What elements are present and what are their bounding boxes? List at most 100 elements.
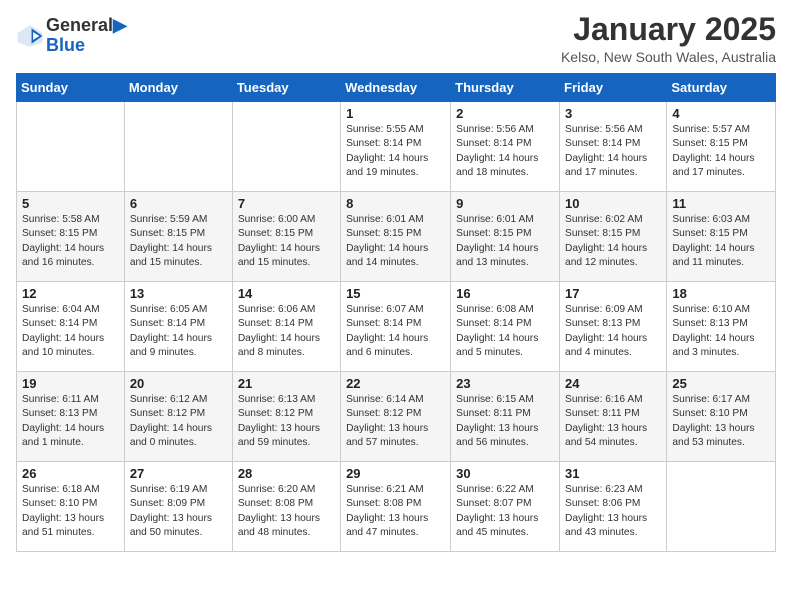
- page-container: General▶ Blue January 2025 Kelso, New So…: [0, 0, 792, 564]
- day-number: 20: [130, 376, 227, 391]
- calendar-cell: 16 Sunrise: 6:08 AM Sunset: 8:14 PM Dayli…: [451, 282, 560, 372]
- day-number: 10: [565, 196, 661, 211]
- header-monday: Monday: [124, 74, 232, 102]
- day-number: 19: [22, 376, 119, 391]
- calendar-cell: 29 Sunrise: 6:21 AM Sunset: 8:08 PM Dayli…: [341, 462, 451, 552]
- day-number: 16: [456, 286, 554, 301]
- day-number: 28: [238, 466, 335, 481]
- logo: General▶ Blue: [16, 16, 127, 56]
- day-number: 1: [346, 106, 445, 121]
- day-number: 3: [565, 106, 661, 121]
- day-number: 30: [456, 466, 554, 481]
- day-number: 7: [238, 196, 335, 211]
- calendar-cell: 2 Sunrise: 5:56 AM Sunset: 8:14 PM Daylig…: [451, 102, 560, 192]
- calendar-week-row: 1 Sunrise: 5:55 AM Sunset: 8:14 PM Daylig…: [17, 102, 776, 192]
- day-number: 2: [456, 106, 554, 121]
- day-number: 17: [565, 286, 661, 301]
- day-number: 25: [672, 376, 770, 391]
- calendar-cell: [667, 462, 776, 552]
- calendar-cell: 22 Sunrise: 6:14 AM Sunset: 8:12 PM Dayli…: [341, 372, 451, 462]
- day-number: 13: [130, 286, 227, 301]
- header-thursday: Thursday: [451, 74, 560, 102]
- day-info: Sunrise: 6:01 AM Sunset: 8:15 PM Dayligh…: [346, 213, 445, 270]
- day-number: 24: [565, 376, 661, 391]
- header-sunday: Sunday: [17, 74, 125, 102]
- calendar-cell: 4Sunrise: 5:57 AM Sunset: 8:15 PM Daylig…: [667, 102, 776, 192]
- day-info: Sunrise: 6:03 AM Sunset: 8:15 PM Dayligh…: [672, 213, 770, 270]
- day-info: Sunrise: 5:56 AM Sunset: 8:14 PM Dayligh…: [456, 123, 554, 180]
- calendar-cell: 1 Sunrise: 5:55 AM Sunset: 8:14 PM Daylig…: [341, 102, 451, 192]
- day-number: 14: [238, 286, 335, 301]
- day-info: Sunrise: 6:11 AM Sunset: 8:13 PM Dayligh…: [22, 393, 119, 450]
- day-info: Sunrise: 6:01 AM Sunset: 8:15 PM Dayligh…: [456, 213, 554, 270]
- calendar-cell: 9 Sunrise: 6:01 AM Sunset: 8:15 PM Daylig…: [451, 192, 560, 282]
- day-number: 23: [456, 376, 554, 391]
- calendar-week-row: 12 Sunrise: 6:04 AM Sunset: 8:14 PM Dayli…: [17, 282, 776, 372]
- day-info: Sunrise: 6:02 AM Sunset: 8:15 PM Dayligh…: [565, 213, 661, 270]
- logo-icon: [16, 22, 44, 50]
- day-number: 5: [22, 196, 119, 211]
- day-info: Sunrise: 6:21 AM Sunset: 8:08 PM Dayligh…: [346, 483, 445, 540]
- calendar-cell: 26 Sunrise: 6:18 AM Sunset: 8:10 PM Dayli…: [17, 462, 125, 552]
- calendar-cell: 10 Sunrise: 6:02 AM Sunset: 8:15 PM Dayli…: [560, 192, 667, 282]
- calendar-cell: 14Sunrise: 6:06 AM Sunset: 8:14 PM Dayli…: [232, 282, 340, 372]
- calendar-cell: 30Sunrise: 6:22 AM Sunset: 8:07 PM Dayli…: [451, 462, 560, 552]
- day-info: Sunrise: 6:20 AM Sunset: 8:08 PM Dayligh…: [238, 483, 335, 540]
- day-number: 8: [346, 196, 445, 211]
- day-number: 26: [22, 466, 119, 481]
- day-info: Sunrise: 6:07 AM Sunset: 8:14 PM Dayligh…: [346, 303, 445, 360]
- day-info: Sunrise: 6:04 AM Sunset: 8:14 PM Dayligh…: [22, 303, 119, 360]
- header-saturday: Saturday: [667, 74, 776, 102]
- day-info: Sunrise: 6:16 AM Sunset: 8:11 PM Dayligh…: [565, 393, 661, 450]
- day-info: Sunrise: 6:18 AM Sunset: 8:10 PM Dayligh…: [22, 483, 119, 540]
- day-number: 21: [238, 376, 335, 391]
- day-info: Sunrise: 5:58 AM Sunset: 8:15 PM Dayligh…: [22, 213, 119, 270]
- day-number: 4: [672, 106, 770, 121]
- location: Kelso, New South Wales, Australia: [561, 49, 776, 65]
- day-number: 11: [672, 196, 770, 211]
- day-number: 12: [22, 286, 119, 301]
- calendar-cell: [17, 102, 125, 192]
- calendar-cell: 8 Sunrise: 6:01 AM Sunset: 8:15 PM Daylig…: [341, 192, 451, 282]
- day-number: 29: [346, 466, 445, 481]
- day-info: Sunrise: 5:55 AM Sunset: 8:14 PM Dayligh…: [346, 123, 445, 180]
- day-info: Sunrise: 6:14 AM Sunset: 8:12 PM Dayligh…: [346, 393, 445, 450]
- day-number: 6: [130, 196, 227, 211]
- calendar-cell: 21 Sunrise: 6:13 AM Sunset: 8:12 PM Dayli…: [232, 372, 340, 462]
- calendar-cell: 11 Sunrise: 6:03 AM Sunset: 8:15 PM Dayli…: [667, 192, 776, 282]
- calendar-cell: [124, 102, 232, 192]
- calendar-table: Sunday Monday Tuesday Wednesday Thursday…: [16, 73, 776, 552]
- day-info: Sunrise: 6:13 AM Sunset: 8:12 PM Dayligh…: [238, 393, 335, 450]
- day-number: 18: [672, 286, 770, 301]
- calendar-cell: 28 Sunrise: 6:20 AM Sunset: 8:08 PM Dayli…: [232, 462, 340, 552]
- day-info: Sunrise: 6:08 AM Sunset: 8:14 PM Dayligh…: [456, 303, 554, 360]
- calendar-cell: 20Sunrise: 6:12 AM Sunset: 8:12 PM Dayli…: [124, 372, 232, 462]
- header-wednesday: Wednesday: [341, 74, 451, 102]
- calendar-cell: 27Sunrise: 6:19 AM Sunset: 8:09 PM Dayli…: [124, 462, 232, 552]
- calendar-cell: 13Sunrise: 6:05 AM Sunset: 8:14 PM Dayli…: [124, 282, 232, 372]
- day-number: 31: [565, 466, 661, 481]
- calendar-cell: 18Sunrise: 6:10 AM Sunset: 8:13 PM Dayli…: [667, 282, 776, 372]
- day-info: Sunrise: 5:56 AM Sunset: 8:14 PM Dayligh…: [565, 123, 661, 180]
- calendar-cell: 31 Sunrise: 6:23 AM Sunset: 8:06 PM Dayli…: [560, 462, 667, 552]
- day-info: Sunrise: 6:00 AM Sunset: 8:15 PM Dayligh…: [238, 213, 335, 270]
- calendar-week-row: 26 Sunrise: 6:18 AM Sunset: 8:10 PM Dayli…: [17, 462, 776, 552]
- title-block: January 2025 Kelso, New South Wales, Aus…: [561, 12, 776, 65]
- calendar-week-row: 19 Sunrise: 6:11 AM Sunset: 8:13 PM Dayli…: [17, 372, 776, 462]
- calendar-cell: 19 Sunrise: 6:11 AM Sunset: 8:13 PM Dayli…: [17, 372, 125, 462]
- calendar-cell: 5 Sunrise: 5:58 AM Sunset: 8:15 PM Daylig…: [17, 192, 125, 282]
- calendar-cell: 3 Sunrise: 5:56 AM Sunset: 8:14 PM Daylig…: [560, 102, 667, 192]
- day-number: 22: [346, 376, 445, 391]
- calendar-cell: 23Sunrise: 6:15 AM Sunset: 8:11 PM Dayli…: [451, 372, 560, 462]
- weekday-header-row: Sunday Monday Tuesday Wednesday Thursday…: [17, 74, 776, 102]
- header-friday: Friday: [560, 74, 667, 102]
- day-info: Sunrise: 6:09 AM Sunset: 8:13 PM Dayligh…: [565, 303, 661, 360]
- calendar-cell: 6Sunrise: 5:59 AM Sunset: 8:15 PM Daylig…: [124, 192, 232, 282]
- calendar-cell: 24 Sunrise: 6:16 AM Sunset: 8:11 PM Dayli…: [560, 372, 667, 462]
- calendar-cell: 25Sunrise: 6:17 AM Sunset: 8:10 PM Dayli…: [667, 372, 776, 462]
- calendar-cell: 7 Sunrise: 6:00 AM Sunset: 8:15 PM Daylig…: [232, 192, 340, 282]
- calendar-cell: 15Sunrise: 6:07 AM Sunset: 8:14 PM Dayli…: [341, 282, 451, 372]
- calendar-cell: 12 Sunrise: 6:04 AM Sunset: 8:14 PM Dayli…: [17, 282, 125, 372]
- day-number: 9: [456, 196, 554, 211]
- day-info: Sunrise: 6:23 AM Sunset: 8:06 PM Dayligh…: [565, 483, 661, 540]
